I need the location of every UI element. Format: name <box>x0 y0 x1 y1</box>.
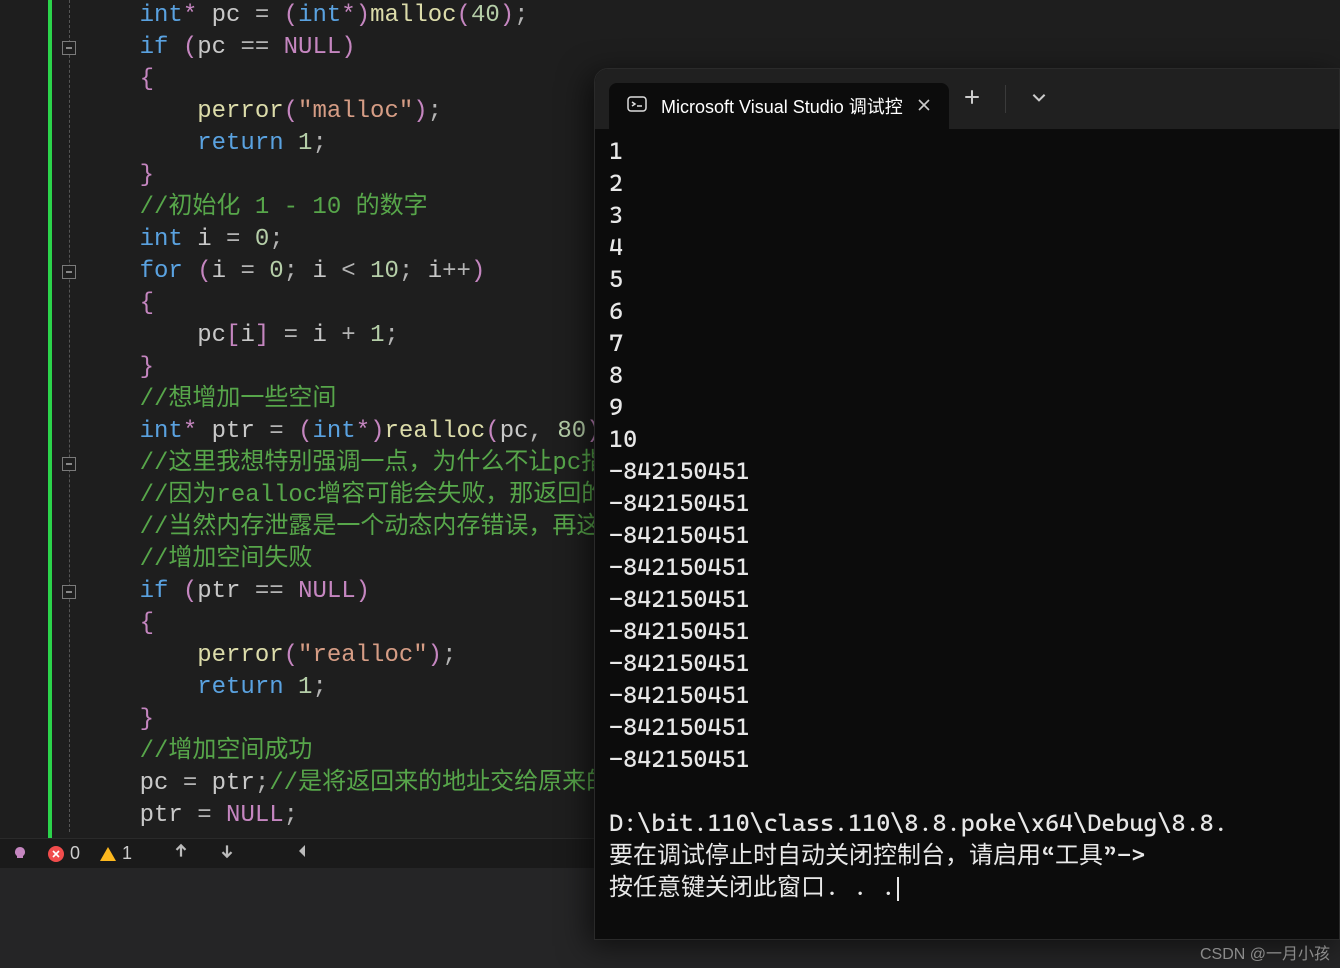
close-icon[interactable] <box>917 96 931 117</box>
fold-toggle[interactable] <box>62 585 76 599</box>
errors-item[interactable]: 0 <box>48 843 80 864</box>
errors-count: 0 <box>70 843 80 864</box>
terminal-icon <box>627 94 647 119</box>
debug-console-window[interactable]: Microsoft Visual Studio 调试控 1 2 3 4 5 6 … <box>594 68 1340 940</box>
error-icon <box>48 846 64 862</box>
code-line[interactable]: int* pc = (int*)malloc(40); <box>82 0 1340 32</box>
terminal-titlebar[interactable]: Microsoft Visual Studio 调试控 <box>595 69 1339 129</box>
fold-gutter[interactable] <box>52 0 82 838</box>
tab-dropdown-icon[interactable] <box>1030 88 1048 111</box>
warning-icon <box>100 847 116 861</box>
separator <box>1005 85 1006 113</box>
terminal-tab[interactable]: Microsoft Visual Studio 调试控 <box>609 83 949 129</box>
warnings-count: 1 <box>122 843 132 864</box>
nav-down-icon[interactable] <box>218 842 236 865</box>
scroll-left-icon[interactable] <box>296 843 308 864</box>
new-tab-button[interactable] <box>963 88 981 111</box>
warnings-item[interactable]: 1 <box>100 843 132 864</box>
fold-toggle[interactable] <box>62 457 76 471</box>
fold-toggle[interactable] <box>62 41 76 55</box>
watermark: CSDN @一月小孩 <box>1200 940 1330 964</box>
nav-up-icon[interactable] <box>172 842 190 865</box>
fold-toggle[interactable] <box>62 265 76 279</box>
terminal-output[interactable]: 1 2 3 4 5 6 7 8 9 10 -842150451 -8421504… <box>595 129 1339 939</box>
code-line[interactable]: if (pc == NULL) <box>82 32 1340 64</box>
terminal-cursor <box>897 877 899 901</box>
terminal-tab-title: Microsoft Visual Studio 调试控 <box>661 93 903 119</box>
lightbulb-icon[interactable] <box>12 846 28 862</box>
